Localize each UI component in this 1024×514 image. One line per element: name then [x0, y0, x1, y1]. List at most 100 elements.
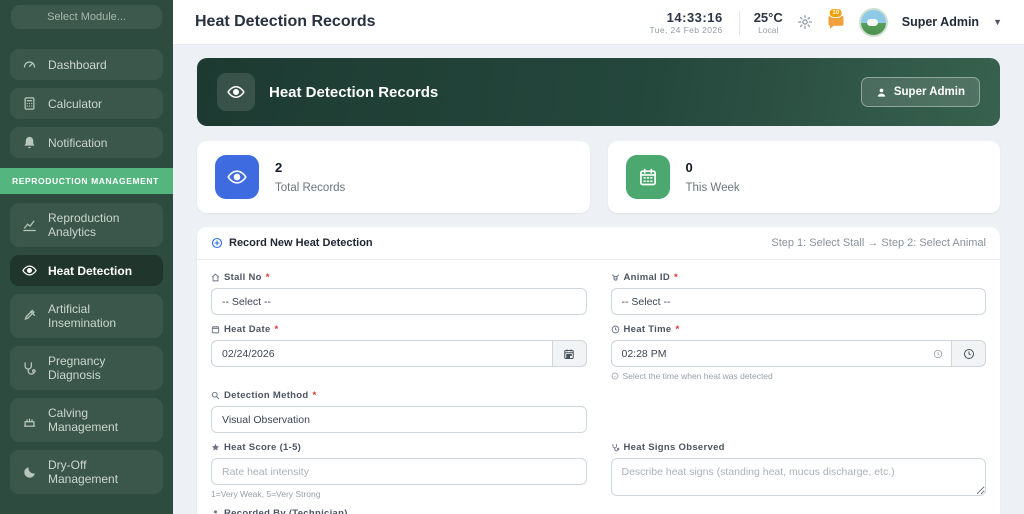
- super-admin-button[interactable]: Super Admin: [860, 77, 980, 107]
- form-row: Recorded By (Technician): [211, 508, 986, 514]
- heat-time-input[interactable]: [610, 340, 952, 367]
- calving-icon: [22, 413, 37, 428]
- main-area: Heat Detection Records 14:33:16 Tue, 24 …: [173, 0, 1024, 514]
- clock-date: Tue, 24 Feb 2026: [649, 24, 723, 35]
- banner-title: Heat Detection Records: [269, 83, 439, 101]
- chart-line-icon: [22, 218, 37, 233]
- gear-icon[interactable]: [797, 14, 813, 30]
- chevron-down-icon[interactable]: ▼: [993, 17, 1002, 27]
- sidebar-item-artificial-insemination[interactable]: Artificial Insemination: [10, 294, 163, 338]
- sidebar-item-notification[interactable]: Notification: [10, 127, 163, 158]
- eye-icon: [215, 155, 259, 199]
- required-asterisk: *: [265, 272, 270, 283]
- heat-signs-textarea[interactable]: [610, 458, 986, 496]
- page-banner: Heat Detection Records Super Admin: [197, 58, 1000, 126]
- cow-icon: [611, 273, 620, 282]
- field-detection-method: Detection Method * Visual Observation: [211, 390, 587, 433]
- form-body: Stall No * -- Select -- Animal ID * -- S…: [197, 260, 1000, 514]
- field-heat-time: Heat Time * 02:28 PM Select the time whe…: [610, 324, 987, 381]
- sidebar-item-dashboard[interactable]: Dashboard: [10, 49, 163, 80]
- sidebar-item-label: Dry-Off Management: [48, 458, 119, 486]
- user-menu[interactable]: Super Admin: [902, 15, 979, 29]
- heat-time-label: Heat Time *: [611, 324, 987, 335]
- stat-text: 0 This Week: [686, 160, 740, 194]
- form-row: Heat Score (1-5) 1=Very Weak, 5=Very Str…: [211, 442, 986, 499]
- search-icon: [211, 391, 220, 400]
- form-title-text: Record New Heat Detection: [229, 237, 373, 249]
- label-text: Stall No: [224, 272, 262, 283]
- page-title: Heat Detection Records: [195, 13, 376, 30]
- record-form-card: Record New Heat Detection Step 1: Select…: [197, 227, 1000, 514]
- stat-value: 2: [275, 160, 283, 175]
- banner-left: Heat Detection Records: [217, 73, 438, 111]
- sidebar-item-label: Artificial Insemination: [48, 302, 117, 330]
- heat-score-label: Heat Score (1-5): [211, 442, 587, 453]
- sidebar-item-label: Reproduction Analytics: [48, 211, 120, 239]
- gauge-icon: [22, 57, 37, 72]
- sidebar-item-calculator[interactable]: Calculator: [10, 88, 163, 119]
- sidebar: Select Module... Dashboard Calculator No…: [0, 0, 173, 514]
- temperature-value: 25°C: [753, 9, 783, 25]
- page-content: Heat Detection Records Super Admin 2 Tot…: [173, 45, 1024, 514]
- label-text: Heat Time: [623, 324, 672, 335]
- spacer-col: [611, 508, 987, 514]
- field-animal-id: Animal ID * -- Select --: [610, 272, 987, 315]
- eye-icon: [217, 73, 255, 111]
- form-header: Record New Heat Detection Step 1: Select…: [197, 227, 1000, 260]
- chat-notification-icon[interactable]: 10: [827, 8, 845, 31]
- header-controls: 14:33:16 Tue, 24 Feb 2026 25°C Local 10 …: [649, 7, 1002, 37]
- required-asterisk: *: [312, 390, 317, 401]
- heat-date-label: Heat Date *: [211, 324, 587, 335]
- required-asterisk: *: [274, 324, 279, 335]
- spacer-col: [611, 390, 987, 433]
- heat-score-help: 1=Very Weak, 5=Very Strong: [211, 489, 587, 499]
- sidebar-item-pregnancy-diagnosis[interactable]: Pregnancy Diagnosis: [10, 346, 163, 390]
- heat-time-group: [610, 340, 986, 367]
- sidebar-item-dry-off-management[interactable]: Dry-Off Management: [10, 450, 163, 494]
- time-picker-button[interactable]: [952, 340, 986, 367]
- stat-card-total-records: 2 Total Records: [197, 141, 590, 213]
- stat-card-this-week: 0 This Week: [607, 141, 1000, 213]
- stall-no-select[interactable]: -- Select --: [211, 288, 587, 315]
- form-row: Heat Date * 02/24/2026 Heat Time * 02:28…: [211, 324, 986, 381]
- sidebar-section-reproduction-management: REPRODUCTION MANAGEMENT: [0, 168, 173, 194]
- notification-badge: 10: [828, 8, 844, 18]
- top-header: Heat Detection Records 14:33:16 Tue, 24 …: [173, 0, 1024, 45]
- field-stall-no: Stall No * -- Select --: [211, 272, 587, 315]
- stats-row: 2 Total Records 0 This Week: [197, 141, 1000, 213]
- calendar-icon: [211, 325, 220, 334]
- avatar[interactable]: [858, 7, 888, 37]
- heat-signs-label: Heat Signs Observed: [611, 442, 987, 453]
- sidebar-item-reproduction-analytics[interactable]: Reproduction Analytics: [10, 203, 163, 247]
- heat-score-input[interactable]: [211, 458, 587, 485]
- form-row: Stall No * -- Select -- Animal ID * -- S…: [211, 272, 986, 315]
- module-select-dropdown[interactable]: Select Module...: [11, 5, 162, 29]
- calendar-picker-button[interactable]: [552, 340, 587, 367]
- stat-value: 0: [685, 160, 693, 175]
- label-text: Recorded By (Technician): [224, 508, 348, 514]
- animal-id-select[interactable]: -- Select --: [610, 288, 986, 315]
- heat-date-input[interactable]: [211, 340, 553, 367]
- detection-method-label: Detection Method *: [211, 390, 587, 401]
- sidebar-item-heat-detection[interactable]: Heat Detection: [10, 255, 163, 286]
- animal-id-label: Animal ID *: [611, 272, 987, 283]
- recorded-by-label: Recorded By (Technician): [211, 508, 587, 514]
- stat-label: This Week: [685, 182, 740, 194]
- required-asterisk: *: [674, 272, 679, 283]
- app-root: Select Module... Dashboard Calculator No…: [0, 0, 1024, 514]
- sidebar-item-label: Dashboard: [48, 57, 107, 72]
- calculator-icon: [22, 96, 37, 111]
- required-asterisk: *: [675, 324, 680, 335]
- temperature-block: 25°C Local: [754, 10, 783, 35]
- clock-icon: [611, 325, 620, 334]
- clock-block: 14:33:16 Tue, 24 Feb 2026: [649, 9, 740, 35]
- field-heat-signs: Heat Signs Observed: [610, 442, 987, 499]
- detection-method-select[interactable]: Visual Observation: [211, 406, 587, 433]
- heat-date-group: [211, 340, 587, 367]
- user-icon: [211, 509, 220, 514]
- label-text: Heat Signs Observed: [623, 442, 725, 453]
- label-text: Heat Date: [224, 324, 271, 335]
- form-row: Detection Method * Visual Observation: [211, 390, 986, 433]
- sidebar-item-calving-management[interactable]: Calving Management: [10, 398, 163, 442]
- stall-no-label: Stall No *: [211, 272, 587, 283]
